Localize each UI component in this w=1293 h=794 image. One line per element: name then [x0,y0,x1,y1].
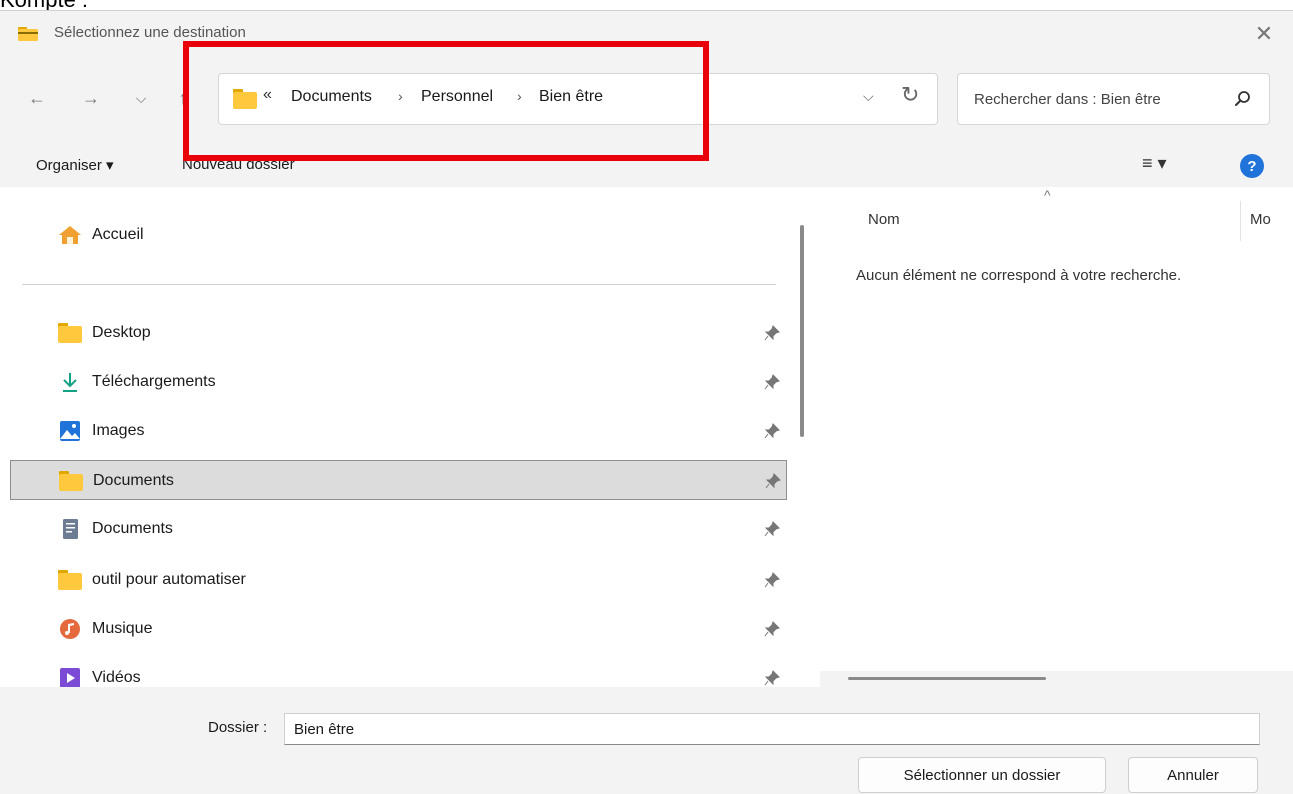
refresh-icon[interactable]: ↻ [901,82,919,108]
search-box[interactable] [957,73,1270,125]
pin-icon[interactable] [764,423,780,439]
pin-icon[interactable] [764,374,780,390]
sidebar-item-label: outil pour automatiser [92,571,246,588]
sidebar-item-label: Téléchargements [92,373,216,390]
download-icon [63,373,77,392]
document-icon [63,519,78,539]
images-icon [60,421,80,441]
sidebar-item-musique[interactable]: Musique [10,609,787,649]
close-button[interactable]: ✕ [1247,17,1281,51]
pin-icon[interactable] [765,473,781,489]
sidebar-item-images[interactable]: Images [10,411,787,451]
pin-icon[interactable] [764,325,780,341]
sidebar-item-outil-pour-automatiser[interactable]: outil pour automatiser [10,560,787,600]
horizontal-scrollbar-thumb[interactable] [848,677,1046,680]
red-highlight-box [183,41,709,161]
video-icon [60,668,80,687]
sidebar-item-videos[interactable]: Vidéos [10,658,787,687]
column-separator[interactable] [1240,201,1241,241]
sidebar-item-label: Vidéos [92,669,141,686]
navigation-pane: Accueil Desktop Téléchargements Images D… [0,187,790,687]
cancel-button[interactable]: Annuler [1128,757,1258,793]
column-header-modified[interactable]: Mo [1250,211,1271,228]
navigation-pane-scrollbar[interactable] [800,225,804,437]
sidebar-item-desktop[interactable]: Desktop [10,313,787,353]
sidebar-item-accueil[interactable]: Accueil [10,215,787,255]
sidebar-item-label: Documents [92,520,173,537]
folder-label: Dossier : [208,719,268,736]
select-destination-dialog: Sélectionnez une destination ✕ ← → ⌵ ↑ «… [0,10,1293,794]
sidebar-item-label: Musique [92,620,153,637]
pin-icon[interactable] [764,521,780,537]
pin-icon[interactable] [764,670,780,686]
sidebar-divider [22,284,776,285]
select-folder-button[interactable]: Sélectionner un dossier [858,757,1106,793]
address-dropdown-icon[interactable]: ⌵ [863,88,874,105]
sidebar-item-label: Documents [93,472,174,489]
sidebar-item-telechargements[interactable]: Téléchargements [10,362,787,402]
search-input[interactable] [974,88,1224,110]
sidebar-item-label: Images [92,422,145,439]
folder-name-input[interactable] [284,713,1260,745]
sidebar-item-label: Desktop [92,324,151,341]
empty-results-message: Aucun élément ne correspond à votre rech… [856,267,1182,284]
folder-icon [58,323,82,343]
sidebar-item-documents-selected[interactable]: Documents [10,460,787,500]
organize-button[interactable]: Organiser ▾ [36,156,114,174]
dialog-title: Sélectionnez une destination [54,24,246,41]
dialog-footer: Dossier : Sélectionner un dossier Annule… [0,687,1293,794]
recent-locations-button[interactable]: ⌵ [124,81,158,115]
back-button[interactable]: ← [20,81,54,115]
folder-icon [58,570,82,590]
sidebar-item-label: Accueil [92,226,144,243]
home-icon [59,226,81,244]
column-header-name[interactable]: Nom [868,211,900,228]
horizontal-scrollbar[interactable] [820,671,1293,687]
folder-icon [59,471,83,491]
folder-icon [18,27,38,41]
pin-icon[interactable] [764,621,780,637]
forward-button[interactable]: → [74,81,108,115]
pin-icon[interactable] [764,572,780,588]
sidebar-item-documents[interactable]: Documents [10,509,787,549]
sort-indicator-icon: ^ [1044,187,1051,203]
search-icon[interactable] [1234,90,1252,108]
file-list-pane: ^ Nom Mo Aucun élément ne correspond à v… [820,187,1293,687]
music-icon [60,619,80,639]
help-icon[interactable]: ? [1240,154,1264,178]
view-options-button[interactable]: ≡ ▾ [1142,153,1167,174]
